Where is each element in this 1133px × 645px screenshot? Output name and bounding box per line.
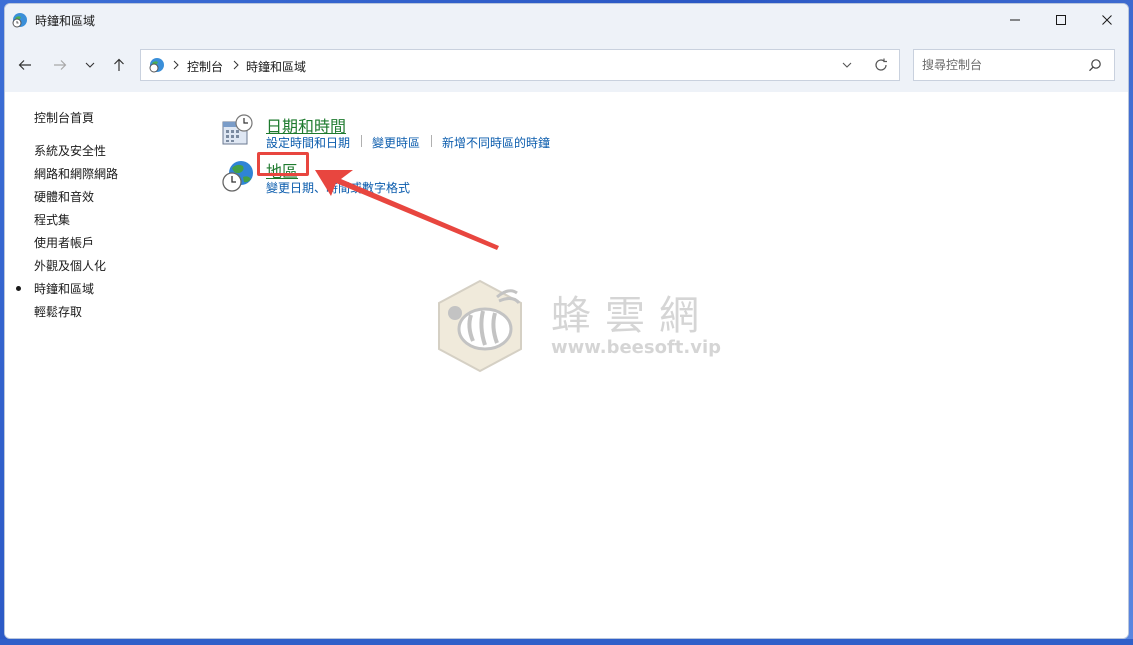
chevron-right-icon [173, 60, 179, 70]
recent-locations-button[interactable] [79, 54, 101, 76]
bee-logo-icon [438, 279, 522, 373]
watermark: 蜂雲網 www.beesoft.vip [433, 277, 721, 378]
link-add-clocks[interactable]: 新增不同時區的時鐘 [442, 134, 550, 151]
title-bar[interactable]: 時鐘和區域 [5, 4, 1128, 36]
maximize-button[interactable] [1038, 4, 1084, 36]
annotation-arrow-icon [315, 170, 499, 250]
arrow-left-icon [18, 60, 31, 70]
watermark-url: www.beesoft.vip [551, 337, 722, 358]
search-box[interactable] [913, 49, 1115, 81]
refresh-icon[interactable] [873, 57, 889, 73]
watermark-name: 蜂雲網 [551, 293, 713, 339]
desktop-bottom-strip [0, 639, 1133, 645]
link-separator [431, 135, 432, 147]
link-set-time-date[interactable]: 設定時間和日期 [266, 134, 350, 151]
chevron-down-icon[interactable] [841, 59, 853, 71]
content-area: 控制台首頁 系統及安全性 網路和網際網路 硬體和音效 程式集 使用者帳戶 外觀及… [5, 92, 1128, 638]
search-input[interactable] [922, 56, 1082, 74]
arrow-right-icon [54, 60, 67, 70]
navigation-bar: 控制台 時鐘和區域 [5, 36, 1128, 92]
globe-clock-icon [12, 12, 28, 28]
sidebar-item-system-security[interactable]: 系統及安全性 [34, 142, 106, 159]
globe-clock-icon[interactable] [221, 159, 255, 193]
search-icon[interactable] [1088, 58, 1102, 72]
control-panel-window: 時鐘和區域 控制台 時鐘和區域 搜尋控制台 控制台首頁 系統及安全性 網路和網際… [4, 3, 1129, 639]
sidebar-item-ease-of-access[interactable]: 輕鬆存取 [34, 303, 82, 320]
calendar-clock-icon[interactable] [221, 114, 255, 148]
breadcrumb-control-panel[interactable]: 控制台 [187, 58, 223, 75]
sidebar-item-clock-region[interactable]: 時鐘和區域 [34, 280, 94, 297]
back-button[interactable] [14, 54, 36, 76]
sidebar-item-hardware-sound[interactable]: 硬體和音效 [34, 188, 94, 205]
forward-button[interactable] [49, 54, 71, 76]
annotation-highlight-box [257, 152, 309, 176]
sidebar-item-user-accounts[interactable]: 使用者帳戶 [34, 234, 94, 251]
close-button[interactable] [1084, 4, 1128, 36]
minimize-icon [1010, 19, 1020, 21]
arrow-up-icon [114, 58, 124, 71]
chevron-right-icon [233, 60, 239, 70]
up-button[interactable] [108, 54, 130, 76]
sidebar-item-programs[interactable]: 程式集 [34, 211, 70, 228]
current-item-bullet [16, 286, 21, 291]
sidebar-item-network[interactable]: 網路和網際網路 [34, 165, 118, 182]
window-title: 時鐘和區域 [35, 14, 96, 28]
breadcrumb-clock-region[interactable]: 時鐘和區域 [246, 58, 306, 75]
link-separator [361, 135, 362, 147]
sidebar-item-appearance[interactable]: 外觀及個人化 [34, 257, 106, 274]
close-icon [1102, 15, 1112, 25]
minimize-button[interactable] [992, 4, 1038, 36]
chevron-down-icon [85, 62, 95, 68]
sidebar-home-link[interactable]: 控制台首頁 [34, 109, 94, 126]
globe-icon [149, 57, 165, 73]
link-change-timezone[interactable]: 變更時區 [372, 134, 420, 151]
maximize-icon [1056, 15, 1066, 25]
address-bar[interactable]: 控制台 時鐘和區域 [140, 49, 900, 81]
